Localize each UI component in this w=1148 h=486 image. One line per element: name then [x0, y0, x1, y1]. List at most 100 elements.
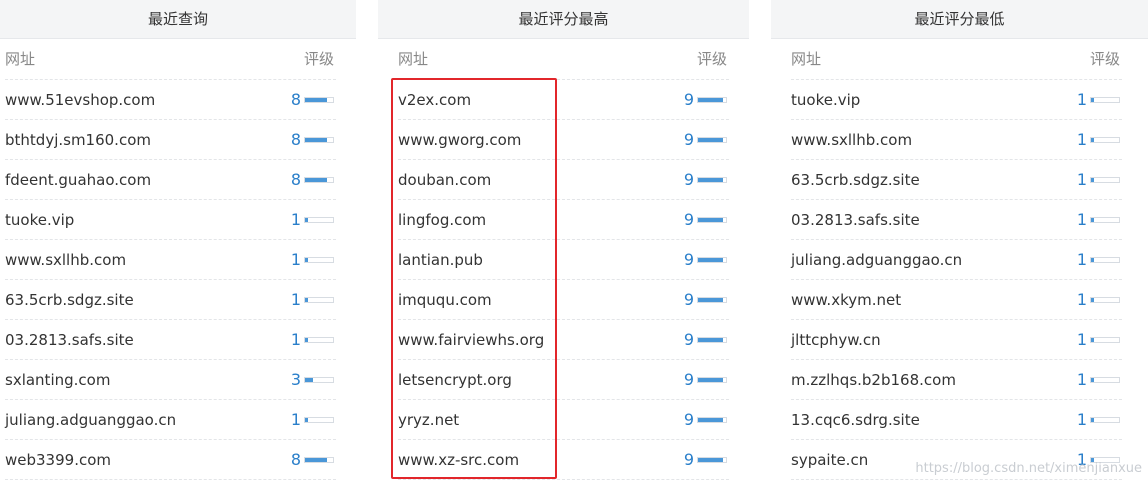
site-link[interactable]: www.gworg.com [398, 120, 521, 160]
rating-bar [1090, 217, 1120, 223]
list-item[interactable]: imququ.com 9 [398, 280, 729, 320]
site-link[interactable]: jlttcphyw.cn [791, 320, 881, 360]
list-item[interactable]: m.zzlhqs.b2b168.com 1 [791, 360, 1122, 400]
rating-bar-fill [1091, 378, 1094, 382]
list-item[interactable]: sxlanting.com 3 [5, 360, 336, 400]
rating-score: 8 [290, 90, 301, 109]
site-link[interactable]: v2ex.com [398, 80, 471, 120]
list-item[interactable]: tuoke.vip 1 [791, 80, 1122, 120]
site-link[interactable]: 63.5crb.sdgz.site [791, 160, 920, 200]
site-link[interactable]: tuoke.vip [5, 200, 74, 240]
rating-score: 1 [1076, 130, 1087, 149]
rating-score: 9 [683, 130, 694, 149]
rating-bar-fill [698, 418, 724, 422]
watermark: https://blog.csdn.net/ximenjianxue [915, 461, 1142, 476]
rating-score: 8 [290, 130, 301, 149]
rating-bar [304, 337, 334, 343]
list-item[interactable]: 03.2813.safs.site 1 [5, 320, 336, 360]
rating-bar [697, 137, 727, 143]
list-item[interactable]: lingfog.com 9 [398, 200, 729, 240]
site-link[interactable]: www.51evshop.com [5, 80, 155, 120]
site-link[interactable]: www.sxllhb.com [791, 120, 912, 160]
site-link[interactable]: 03.2813.safs.site [791, 200, 920, 240]
rating-bar-fill [1091, 338, 1094, 342]
site-link[interactable]: bthtdyj.sm160.com [5, 120, 151, 160]
site-link[interactable]: letsencrypt.org [398, 360, 512, 400]
rating-bar-fill [305, 298, 308, 302]
list-item[interactable]: 03.2813.safs.site 1 [791, 200, 1122, 240]
list-item[interactable]: www.sxllhb.com 1 [791, 120, 1122, 160]
site-link[interactable]: douban.com [398, 160, 491, 200]
list-item[interactable]: letsencrypt.org 9 [398, 360, 729, 400]
list-item[interactable]: 63.5crb.sdgz.site 1 [791, 160, 1122, 200]
column-rating: 评级 [1090, 50, 1121, 68]
rating-bar [1090, 177, 1120, 183]
column-site: 网址 [5, 50, 36, 68]
list-item[interactable]: v2ex.com 9 [398, 80, 729, 120]
rating-bar [697, 97, 727, 103]
rating-bar [304, 457, 334, 463]
site-link[interactable]: 63.5crb.sdgz.site [5, 280, 134, 320]
list-item[interactable]: www.51evshop.com 8 [5, 80, 336, 120]
site-link[interactable]: tuoke.vip [791, 80, 860, 120]
rating-bar-fill [698, 458, 724, 462]
list-item[interactable]: web3399.com 8 [5, 440, 336, 480]
site-link[interactable]: sypaite.cn [791, 440, 868, 480]
panel-recent-queries: 最近查询 网址 评级 www.51evshop.com 8 bthtdyj.sm16… [0, 0, 356, 486]
rating-bar-fill [1091, 98, 1094, 102]
rating-bar-fill [1091, 298, 1094, 302]
site-link[interactable]: lingfog.com [398, 200, 486, 240]
site-link[interactable]: www.xz-src.com [398, 440, 519, 480]
list-item[interactable]: tuoke.vip 1 [5, 200, 336, 240]
rating-bar-fill [698, 298, 724, 302]
site-link[interactable]: www.xkym.net [791, 280, 901, 320]
list-item[interactable]: juliang.adguanggao.cn 1 [5, 400, 336, 440]
site-link[interactable]: juliang.adguanggao.cn [5, 400, 176, 440]
list-item[interactable]: juliang.adguanggao.cn 1 [791, 240, 1122, 280]
site-link[interactable]: www.sxllhb.com [5, 240, 126, 280]
site-link[interactable]: fdeent.guahao.com [5, 160, 151, 200]
site-link[interactable]: yryz.net [398, 400, 459, 440]
list-item[interactable]: lantian.pub 9 [398, 240, 729, 280]
list-item[interactable]: fdeent.guahao.com 8 [5, 160, 336, 200]
list-item[interactable]: www.xz-src.com 9 [398, 440, 729, 480]
list-item[interactable]: www.xkym.net 1 [791, 280, 1122, 320]
rating-score: 9 [683, 170, 694, 189]
site-link[interactable]: web3399.com [5, 440, 111, 480]
rating-bar [697, 457, 727, 463]
rating-score: 1 [1076, 90, 1087, 109]
site-link[interactable]: 03.2813.safs.site [5, 320, 134, 360]
list-item[interactable]: www.fairviewhs.org 9 [398, 320, 729, 360]
list-item[interactable]: 63.5crb.sdgz.site 1 [5, 280, 336, 320]
list-item[interactable]: 13.cqc6.sdrg.site 1 [791, 400, 1122, 440]
panel-title: 最近查询 [0, 0, 356, 39]
rating-bar-fill [305, 98, 328, 102]
panel-lowest-rated: 最近评分最低 网址 评级 tuoke.vip 1 www.sxllhb.com 1 63… [771, 0, 1148, 486]
rating-score: 1 [1076, 170, 1087, 189]
rating-bar-fill [1091, 218, 1094, 222]
site-link[interactable]: 13.cqc6.sdrg.site [791, 400, 920, 440]
list-item[interactable]: jlttcphyw.cn 1 [791, 320, 1122, 360]
rating-bar [1090, 337, 1120, 343]
list-item[interactable]: bthtdyj.sm160.com 8 [5, 120, 336, 160]
rating-bar [304, 97, 334, 103]
rating-score: 1 [290, 250, 301, 269]
rating-bar-fill [1091, 418, 1094, 422]
list-item[interactable]: www.sxllhb.com 1 [5, 240, 336, 280]
site-link[interactable]: imququ.com [398, 280, 492, 320]
site-link[interactable]: sxlanting.com [5, 360, 110, 400]
rating-bar-fill [305, 378, 314, 382]
column-site: 网址 [398, 50, 429, 68]
site-link[interactable]: www.fairviewhs.org [398, 320, 544, 360]
list-item[interactable]: douban.com 9 [398, 160, 729, 200]
rating-score: 1 [1076, 250, 1087, 269]
rating-bar [1090, 377, 1120, 383]
rating-score: 1 [1076, 410, 1087, 429]
list-item[interactable]: www.gworg.com 9 [398, 120, 729, 160]
site-link[interactable]: m.zzlhqs.b2b168.com [791, 360, 956, 400]
rating-score: 9 [683, 290, 694, 309]
site-link[interactable]: lantian.pub [398, 240, 483, 280]
site-link[interactable]: juliang.adguanggao.cn [791, 240, 962, 280]
list-item[interactable]: yryz.net 9 [398, 400, 729, 440]
rating-bar [1090, 257, 1120, 263]
